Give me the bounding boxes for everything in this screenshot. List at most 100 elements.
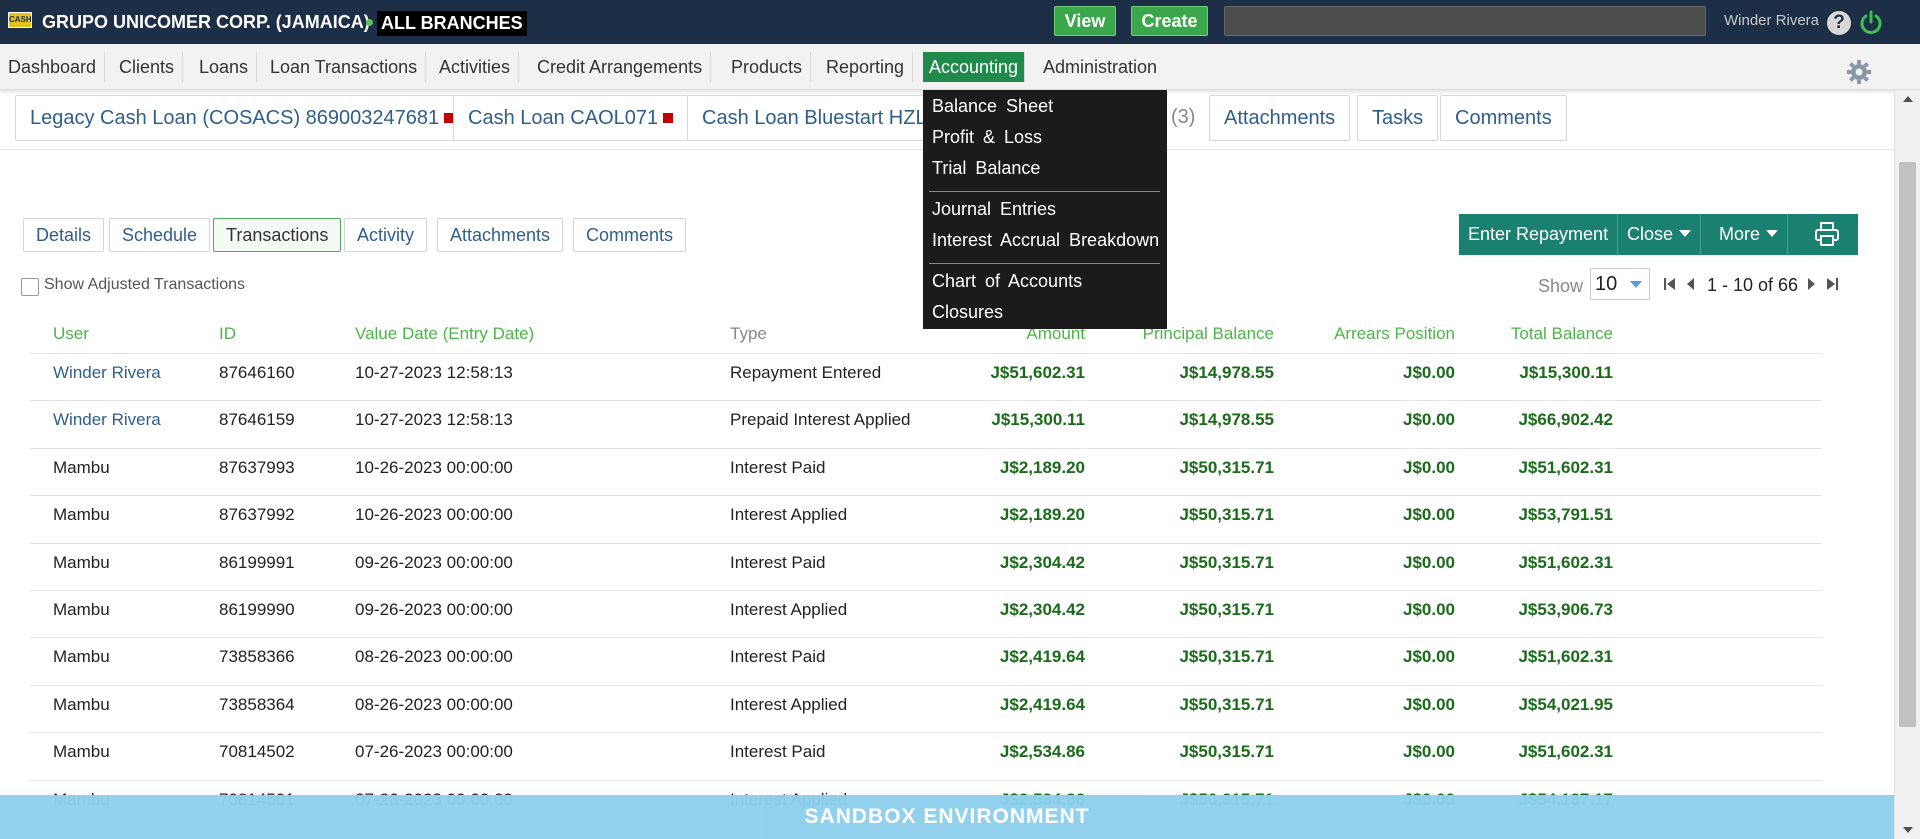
cell-arrears-position: J$0.00 xyxy=(1403,552,1455,572)
gear-icon[interactable] xyxy=(1846,59,1872,85)
cell-total-balance: J$66,902.42 xyxy=(1518,410,1613,430)
print-icon[interactable] xyxy=(1813,220,1841,248)
cell-arrears-position: J$0.00 xyxy=(1403,742,1455,762)
show-adjusted-checkbox[interactable] xyxy=(21,278,39,296)
cell-total-balance: J$51,602.31 xyxy=(1518,742,1613,762)
scroll-down-icon[interactable] xyxy=(1903,827,1913,833)
menu-item-journal-entries[interactable]: Journal Entries xyxy=(932,199,1056,220)
scroll-up-icon[interactable] xyxy=(1903,96,1913,102)
help-icon[interactable]: ? xyxy=(1827,11,1851,35)
enter-repayment-button[interactable]: Enter Repayment xyxy=(1459,214,1619,255)
cell-user[interactable]: Winder Rivera xyxy=(53,363,161,383)
cell-user: Mambu xyxy=(53,694,110,714)
cell-arrears-position: J$0.00 xyxy=(1403,363,1455,382)
menu-item-chart-of-accounts[interactable]: Chart of Accounts xyxy=(932,271,1082,292)
more-button[interactable]: More xyxy=(1710,214,1789,255)
menu-divider xyxy=(929,191,1160,192)
scroll-thumb[interactable] xyxy=(1899,162,1916,727)
nav-credit-arrangements[interactable]: Credit Arrangements xyxy=(529,52,712,82)
last-page-icon[interactable] xyxy=(1825,276,1839,292)
loan-tab-cash-loan-caol071[interactable]: Cash Loan CAOL071 xyxy=(453,95,689,141)
loan-tabs-count[interactable]: (3) xyxy=(1167,95,1200,141)
view-button[interactable]: View xyxy=(1054,6,1116,36)
cell-value-date: 10-27-2023 12:58:13 xyxy=(355,363,513,382)
cell-principal-balance: J$14,978.55 xyxy=(1179,410,1274,430)
cell-value-date: 10-27-2023 12:58:13 xyxy=(355,410,513,430)
column-header-id[interactable]: ID xyxy=(219,324,236,344)
cell-id: 87646160 xyxy=(219,363,295,382)
sandbox-environment-banner: SANDBOX ENVIRONMENT xyxy=(0,795,1894,839)
cell-total-balance: J$15,300.11 xyxy=(1519,363,1613,382)
cell-total-balance: J$51,602.31 xyxy=(1518,647,1613,667)
cell-principal-balance: J$14,978.55 xyxy=(1179,363,1274,382)
page-scrollbar[interactable] xyxy=(1894,90,1920,839)
subtab-transactions[interactable]: Transactions xyxy=(213,218,342,252)
cell-arrears-position: J$0.00 xyxy=(1403,600,1455,619)
power-icon[interactable] xyxy=(1857,9,1885,37)
cell-type: Interest Applied xyxy=(730,505,848,525)
menu-item-trial-balance[interactable]: Trial Balance xyxy=(932,158,1040,179)
cell-arrears-position: J$0.00 xyxy=(1403,410,1455,430)
column-header-user[interactable]: User xyxy=(53,324,89,344)
subtab-details[interactable]: Details xyxy=(23,218,105,252)
loan-tab-legacy-cash-loan[interactable]: Legacy Cash Loan (COSACS) 869003247681 xyxy=(15,95,470,141)
create-button[interactable]: Create xyxy=(1131,6,1208,36)
menu-item-interest-accrual-breakdown[interactable]: Interest Accrual Breakdown xyxy=(932,230,1159,251)
table-row-divider xyxy=(30,447,1822,449)
column-header-arrears-position[interactable]: Arrears Position xyxy=(1305,324,1455,344)
subtab-activity[interactable]: Activity xyxy=(344,218,428,252)
tab-comments[interactable]: Comments xyxy=(1440,95,1567,141)
nav-activities[interactable]: Activities xyxy=(431,52,520,82)
user-name[interactable]: Winder Rivera xyxy=(1724,12,1819,29)
nav-loans[interactable]: Loans xyxy=(191,52,258,82)
cell-amount: J$2,189.20 xyxy=(999,457,1085,477)
subtab-attachments[interactable]: Attachments xyxy=(437,218,564,252)
cell-total-balance: J$53,791.51 xyxy=(1518,505,1613,525)
cell-principal-balance: J$50,315.71 xyxy=(1179,742,1274,762)
cell-value-date: 08-26-2023 00:00:00 xyxy=(355,694,513,714)
cell-amount: J$2,304.42 xyxy=(999,552,1085,572)
nav-clients[interactable]: Clients xyxy=(111,52,184,82)
cell-type: Interest Applied xyxy=(730,600,848,619)
cell-id: 87637993 xyxy=(219,457,295,477)
cell-total-balance: J$51,602.31 xyxy=(1518,457,1613,477)
nav-dashboard[interactable]: Dashboard xyxy=(0,52,106,82)
table-header-divider xyxy=(30,353,1822,354)
branch-selector[interactable]: ALL BRANCHES xyxy=(377,11,527,36)
branch-status-dot xyxy=(366,19,373,26)
nav-loan-transactions[interactable]: Loan Transactions xyxy=(262,52,427,82)
nav-reporting[interactable]: Reporting xyxy=(818,52,914,82)
column-header-type[interactable]: Type xyxy=(730,324,767,344)
menu-item-balance-sheet[interactable]: Balance Sheet xyxy=(932,96,1053,117)
cell-user[interactable]: Winder Rivera xyxy=(53,410,161,430)
subtab-comments[interactable]: Comments xyxy=(573,218,687,252)
menu-item-closures[interactable]: Closures xyxy=(932,302,1003,323)
nav-administration[interactable]: Administration xyxy=(1035,52,1165,82)
status-indicator-icon xyxy=(663,113,674,123)
nav-products[interactable]: Products xyxy=(723,52,812,82)
close-button[interactable]: Close xyxy=(1618,214,1702,255)
cell-id: 73858364 xyxy=(219,694,295,714)
cell-principal-balance: J$50,315.71 xyxy=(1179,505,1274,525)
cell-arrears-position: J$0.00 xyxy=(1403,505,1455,525)
menu-divider xyxy=(929,263,1160,264)
column-header-value-date[interactable]: Value Date (Entry Date) xyxy=(355,324,534,344)
menu-item-profit-loss[interactable]: Profit & Loss xyxy=(932,127,1042,148)
cell-total-balance: J$54,021.95 xyxy=(1518,694,1613,714)
nav-accounting[interactable]: Accounting xyxy=(923,52,1026,82)
search-input[interactable] xyxy=(1224,6,1706,36)
subtab-schedule[interactable]: Schedule xyxy=(109,218,211,252)
cell-user: Mambu xyxy=(53,600,110,619)
cell-arrears-position: J$0.00 xyxy=(1403,647,1455,667)
next-page-icon[interactable] xyxy=(1805,276,1817,292)
accounting-dropdown-menu: Balance Sheet Profit & Loss Trial Balanc… xyxy=(923,90,1167,329)
cell-amount: J$2,304.42 xyxy=(999,600,1085,619)
tab-tasks[interactable]: Tasks xyxy=(1357,95,1439,141)
cell-user: Mambu xyxy=(53,552,110,572)
first-page-icon[interactable] xyxy=(1663,276,1677,292)
top-bar: CASH GRUPO UNICOMER CORP. (JAMAICA) ALL … xyxy=(0,0,1920,44)
column-header-total-balance[interactable]: Total Balance xyxy=(1493,324,1613,344)
page-size-select[interactable]: 10 xyxy=(1590,268,1650,300)
tab-attachments[interactable]: Attachments xyxy=(1209,95,1351,141)
previous-page-icon[interactable] xyxy=(1685,276,1697,292)
